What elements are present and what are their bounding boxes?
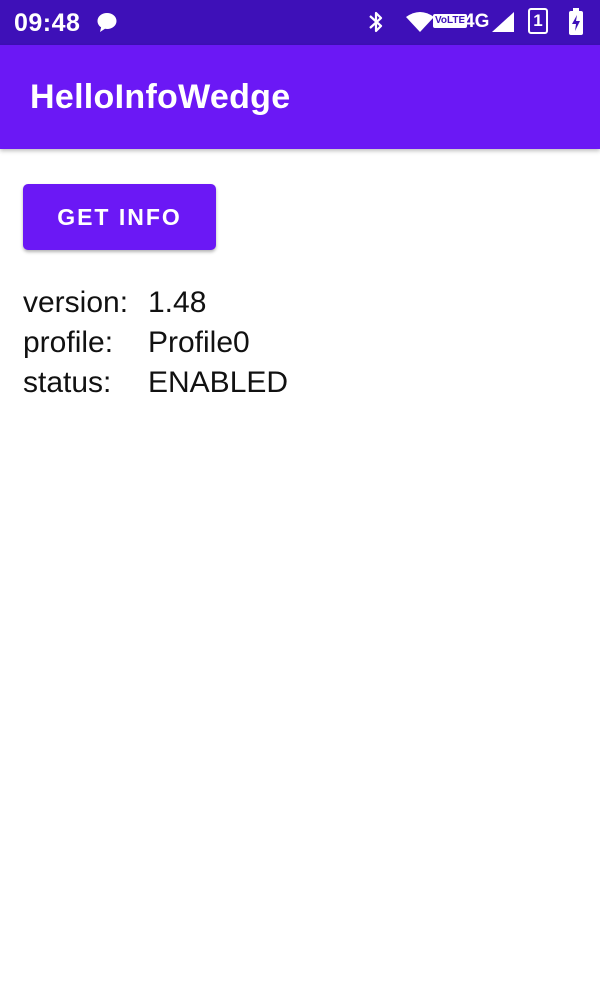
info-panel: version: 1.48 profile: Profile0 status: ENA… [23, 284, 288, 404]
bluetooth-icon [369, 11, 383, 33]
volte-badge: VoLTE [433, 14, 468, 28]
app-title: HelloInfoWedge [30, 78, 291, 116]
profile-label: profile: [23, 326, 114, 359]
app-bar: HelloInfoWedge [0, 45, 600, 149]
wifi-icon [406, 12, 434, 32]
network-type-label: 4G [464, 11, 490, 32]
info-row-status: status: ENABLED [23, 364, 288, 404]
chat-bubble-icon [97, 13, 117, 32]
info-row-version: version: 1.48 [23, 284, 288, 324]
info-row-profile: profile: Profile0 [23, 324, 288, 364]
status-value: ENABLED [148, 366, 289, 399]
version-label: version: [23, 286, 129, 319]
battery-charging-icon [569, 8, 583, 35]
version-value: 1.48 [148, 286, 207, 319]
signal-icon [492, 12, 514, 32]
status-bar: 09:48 VoLTE 4G 1 [0, 0, 600, 45]
profile-value: Profile0 [148, 326, 250, 359]
sim-slot-badge: 1 [528, 8, 548, 34]
status-time: 09:48 [14, 9, 81, 37]
get-info-button[interactable]: GET INFO [23, 184, 216, 250]
status-label: status: [23, 366, 112, 399]
